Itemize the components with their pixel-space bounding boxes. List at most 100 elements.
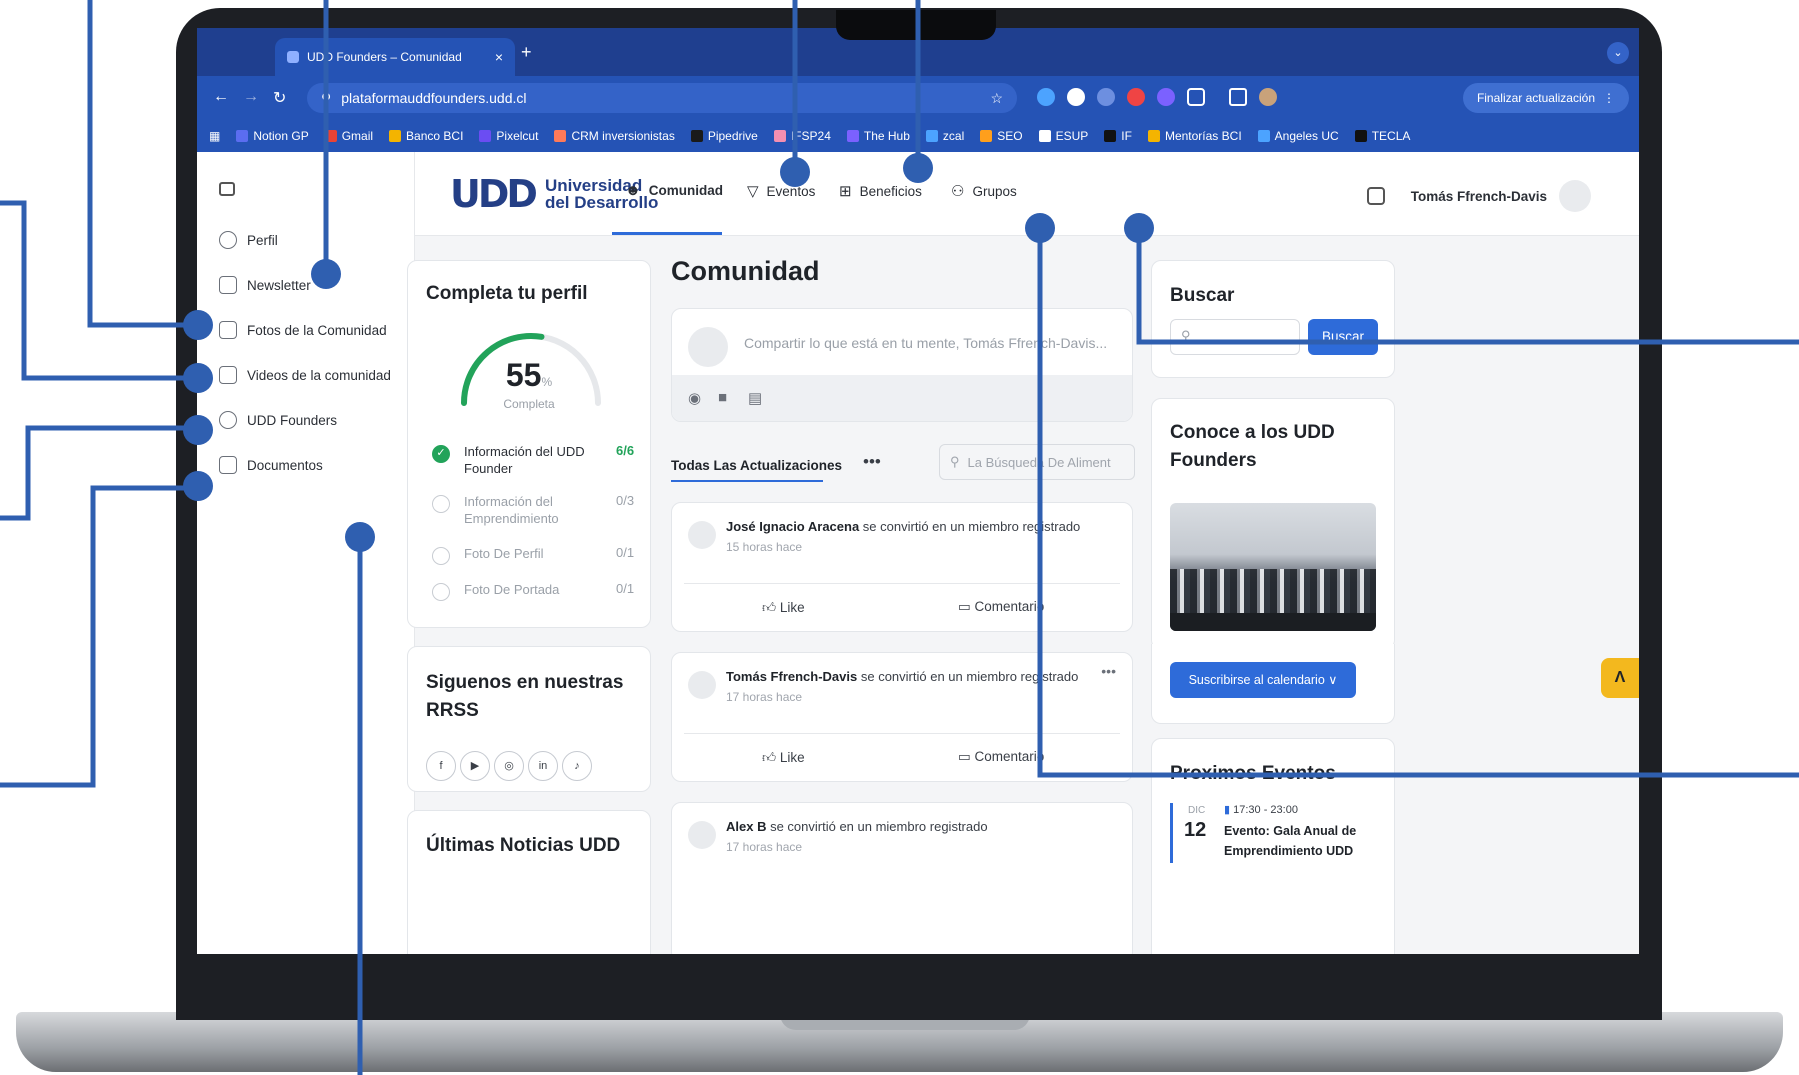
bookmark-item[interactable]: TECLA	[1354, 129, 1411, 143]
nav-grupos[interactable]: ⚇ Grupos	[951, 182, 1017, 200]
sidebar-item-udd-founders[interactable]: UDD Founders	[219, 406, 337, 434]
avatar[interactable]	[1559, 180, 1591, 212]
extensions-puzzle-icon[interactable]	[1187, 88, 1205, 106]
inbox-icon[interactable]	[1366, 187, 1385, 205]
sidebar-item-documentos[interactable]: Documentos	[219, 451, 323, 479]
sidebar-item-videos[interactable]: Videos de la comunidad	[219, 361, 391, 389]
post-author[interactable]: Alex B	[726, 819, 766, 834]
camera-notch	[836, 10, 996, 40]
bookmark-star-icon[interactable]: ☆	[990, 90, 1003, 107]
profile-step[interactable]: Foto De Perfil 0/1	[432, 545, 634, 565]
bookmark-icon: ▮	[1224, 804, 1234, 816]
extension-icon[interactable]	[1127, 88, 1145, 106]
step-label: Información del UDD Founder	[464, 444, 585, 476]
bookmark-item[interactable]: Banco BCI	[389, 129, 463, 143]
page-title: Comunidad	[671, 256, 820, 286]
tab-all-updates[interactable]: Todas Las Actualizaciones	[671, 458, 842, 473]
sidebar-item-perfil[interactable]: Perfil	[219, 226, 278, 254]
founders-card: Conoce a los UDD Founders	[1151, 398, 1395, 650]
linkedin-icon[interactable]: in	[528, 751, 558, 781]
update-browser-button[interactable]: Finalizar actualización ⋮	[1462, 83, 1629, 113]
more-options-icon[interactable]: •••	[863, 452, 881, 472]
post-author[interactable]: Tomás Ffrench-Davis	[726, 669, 857, 684]
bookmark-item[interactable]: Pixelcut	[479, 129, 538, 143]
news-card: Últimas Noticias UDD	[407, 810, 651, 954]
sidebar-toggle-icon[interactable]	[219, 182, 235, 196]
instagram-icon[interactable]: ◎	[494, 751, 524, 781]
apps-grid-icon[interactable]: ▦	[209, 129, 220, 143]
camera-icon[interactable]: ◉	[688, 389, 701, 407]
extension-icon[interactable]	[1097, 88, 1115, 106]
user-menu[interactable]: Tomás Ffrench-Davis	[1366, 180, 1591, 212]
post-text: Alex B se convirtió en un miembro regist…	[726, 819, 988, 834]
post-text: José Ignacio Aracena se convirtió en un …	[726, 519, 1080, 534]
bookmark-item[interactable]: ESUP	[1038, 129, 1088, 143]
extension-icon[interactable]	[1037, 88, 1055, 106]
post-author[interactable]: José Ignacio Aracena	[726, 519, 859, 534]
bookmark-label: IFSP24	[790, 129, 831, 143]
like-button[interactable]: 👍︎ Like	[762, 749, 805, 766]
site-info-icon[interactable]: ⚲	[321, 90, 331, 107]
sidebar-item-fotos[interactable]: Fotos de la Comunidad	[219, 316, 387, 344]
bookmark-favicon-icon	[554, 130, 567, 142]
profile-step[interactable]: Información del Emprendimiento 0/3	[432, 493, 634, 527]
profile-step[interactable]: ✓ Información del UDD Founder 6/6	[432, 443, 634, 477]
tab-search-icon[interactable]: ⌄	[1607, 42, 1629, 64]
subscribe-calendar-button[interactable]: Suscribirse al calendario ∨	[1170, 662, 1356, 698]
bookmark-item[interactable]: IFSP24	[773, 129, 831, 143]
facebook-icon[interactable]: f	[426, 751, 456, 781]
nav-comunidad[interactable]: ☻ Comunidad	[625, 182, 723, 199]
composer-placeholder[interactable]: Compartir lo que está en tu mente, Tomás…	[744, 335, 1107, 351]
reload-icon[interactable]: ↻	[273, 88, 286, 108]
browser-tab[interactable]: UDD Founders – Comunidad ×	[275, 38, 515, 76]
reading-list-icon[interactable]	[1229, 88, 1247, 106]
back-icon[interactable]: ←	[213, 88, 229, 106]
address-bar[interactable]: ⚲ plataformauddfounders.udd.cl ☆	[307, 83, 1017, 113]
bookmark-favicon-icon	[925, 130, 938, 142]
bookmark-item[interactable]: Angeles UC	[1257, 129, 1339, 143]
profile-step[interactable]: Foto De Portada 0/1	[432, 581, 634, 601]
new-tab-button[interactable]: +	[521, 42, 532, 63]
bookmark-item[interactable]: CRM inversionistas	[554, 129, 675, 143]
comment-button[interactable]: ▭ Comentario	[958, 599, 1044, 615]
tiktok-icon[interactable]: ♪	[562, 751, 592, 781]
bookmark-item[interactable]: SEO	[980, 129, 1023, 143]
forward-icon[interactable]: →	[243, 88, 259, 106]
profile-avatar-icon[interactable]	[1259, 88, 1277, 106]
bookmark-item[interactable]: Notion GP	[236, 129, 309, 143]
bookmark-item[interactable]: Gmail	[324, 129, 373, 143]
feed-search-input[interactable]: ⚲ La Búsqueda De Aliment	[939, 444, 1135, 480]
like-button[interactable]: 👍︎ Like	[762, 599, 805, 616]
comment-button[interactable]: ▭ Comentario	[958, 749, 1044, 765]
user-icon	[219, 231, 237, 249]
extension-icon[interactable]	[1067, 88, 1085, 106]
comment-label: Comentario	[974, 749, 1045, 764]
floating-action-button[interactable]: Ʌ	[1601, 658, 1639, 698]
logo-mark: UDD	[450, 172, 538, 216]
document-icon[interactable]: ▤	[748, 389, 762, 407]
post-composer[interactable]: Compartir lo que está en tu mente, Tomás…	[671, 308, 1133, 422]
bookmark-item[interactable]: zcal	[925, 129, 964, 143]
callout-line-fotos	[0, 200, 198, 381]
bookmark-item[interactable]: The Hub	[846, 129, 910, 143]
bookmark-item[interactable]: Pipedrive	[690, 129, 758, 143]
like-label: Like	[779, 750, 805, 765]
nav-beneficios[interactable]: ⊞ Beneficios	[839, 182, 922, 200]
avatar	[688, 671, 716, 699]
nav-eventos[interactable]: ▽ Eventos	[747, 182, 815, 200]
founders-group-photo[interactable]	[1170, 503, 1376, 631]
bookmark-item[interactable]: Mentorías BCI	[1147, 129, 1242, 143]
bookmark-label: TECLA	[1371, 129, 1411, 143]
bookmark-item[interactable]: IF	[1104, 129, 1132, 143]
search-button[interactable]: Buscar	[1308, 319, 1378, 355]
favicon-icon	[287, 51, 299, 63]
close-tab-icon[interactable]: ×	[495, 49, 503, 65]
event-title[interactable]: Evento: Gala Anual de Emprendimiento UDD	[1224, 821, 1364, 861]
youtube-icon[interactable]: ▶	[460, 751, 490, 781]
post-more-icon[interactable]: •••	[1101, 663, 1116, 679]
search-input[interactable]: ⚲	[1170, 319, 1300, 355]
extension-icon[interactable]	[1157, 88, 1175, 106]
sidebar-item-newsletter[interactable]: Newsletter	[219, 271, 311, 299]
video-icon[interactable]: ■	[718, 389, 727, 406]
bookmark-favicon-icon	[389, 130, 402, 142]
